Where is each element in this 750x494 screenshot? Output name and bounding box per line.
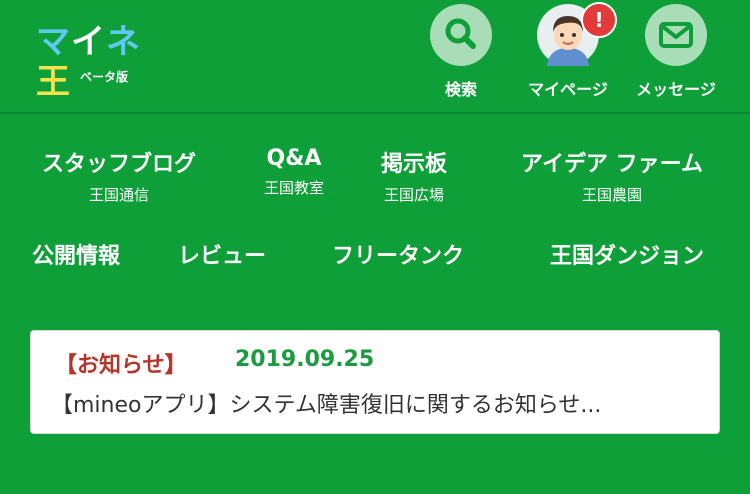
nav-review-label: レビュー xyxy=(177,244,266,269)
nav-public-info-label: 公開情報 xyxy=(31,244,120,269)
mypage-button[interactable]: ! マイページ xyxy=(526,2,617,104)
news-card[interactable]: 【お知らせ】 2019.09.25 【mineoアプリ】システム障害復旧に関する… xyxy=(30,330,720,434)
nav-qa[interactable]: Q&A 王国教室 xyxy=(244,146,344,198)
nav-qa-label: Q&A xyxy=(266,146,322,171)
notification-badge: ! xyxy=(581,2,617,38)
app-header: マイネ王 ベータ版 検索 ! マイページ メッセージ xyxy=(0,0,750,112)
nav-free-tank[interactable]: フリータンク xyxy=(320,238,476,270)
news-title[interactable]: 【mineoアプリ】システム障害復旧に関するお知らせ... xyxy=(51,387,701,419)
nav-free-tank-label: フリータンク xyxy=(331,244,464,269)
nav-review[interactable]: レビュー xyxy=(170,238,274,270)
nav-qa-sub: 王国教室 xyxy=(263,179,324,197)
news-tag: 【お知らせ】 xyxy=(55,353,187,378)
nav-idea-farm-sub: 王国農園 xyxy=(581,186,642,204)
nav-idea-farm-label: アイデア ファーム xyxy=(521,152,703,177)
nav-public-info[interactable]: 公開情報 xyxy=(24,238,128,270)
nav-staff-blog[interactable]: スタッフブログ 王国通信 xyxy=(30,146,208,205)
logo[interactable]: マイネ王 ベータ版 xyxy=(36,22,170,102)
logo-beta-label: ベータ版 xyxy=(80,70,129,84)
news-date: 2019.09.25 xyxy=(235,347,375,372)
nav-dungeon[interactable]: 王国ダンジョン xyxy=(536,238,718,270)
search-label: 検索 xyxy=(444,80,477,99)
search-icon xyxy=(445,18,476,49)
nav-staff-blog-sub: 王国通信 xyxy=(88,186,149,204)
nav-board[interactable]: 掲示板 王国広場 xyxy=(362,146,466,205)
mypage-label: マイページ xyxy=(528,80,608,99)
search-button[interactable]: 検索 xyxy=(419,4,503,104)
header-divider xyxy=(0,112,750,114)
mail-icon xyxy=(659,22,693,48)
logo-text: マイネ王 xyxy=(36,22,141,102)
nav-idea-farm[interactable]: アイデア ファーム 王国農園 xyxy=(506,146,718,205)
nav-board-sub: 王国広場 xyxy=(383,186,444,204)
nav-board-label: 掲示板 xyxy=(380,152,447,177)
message-button[interactable]: メッセージ xyxy=(634,4,718,104)
message-label: メッセージ xyxy=(636,80,716,99)
nav-dungeon-label: 王国ダンジョン xyxy=(549,244,704,269)
nav-staff-blog-label: スタッフブログ xyxy=(41,152,196,177)
